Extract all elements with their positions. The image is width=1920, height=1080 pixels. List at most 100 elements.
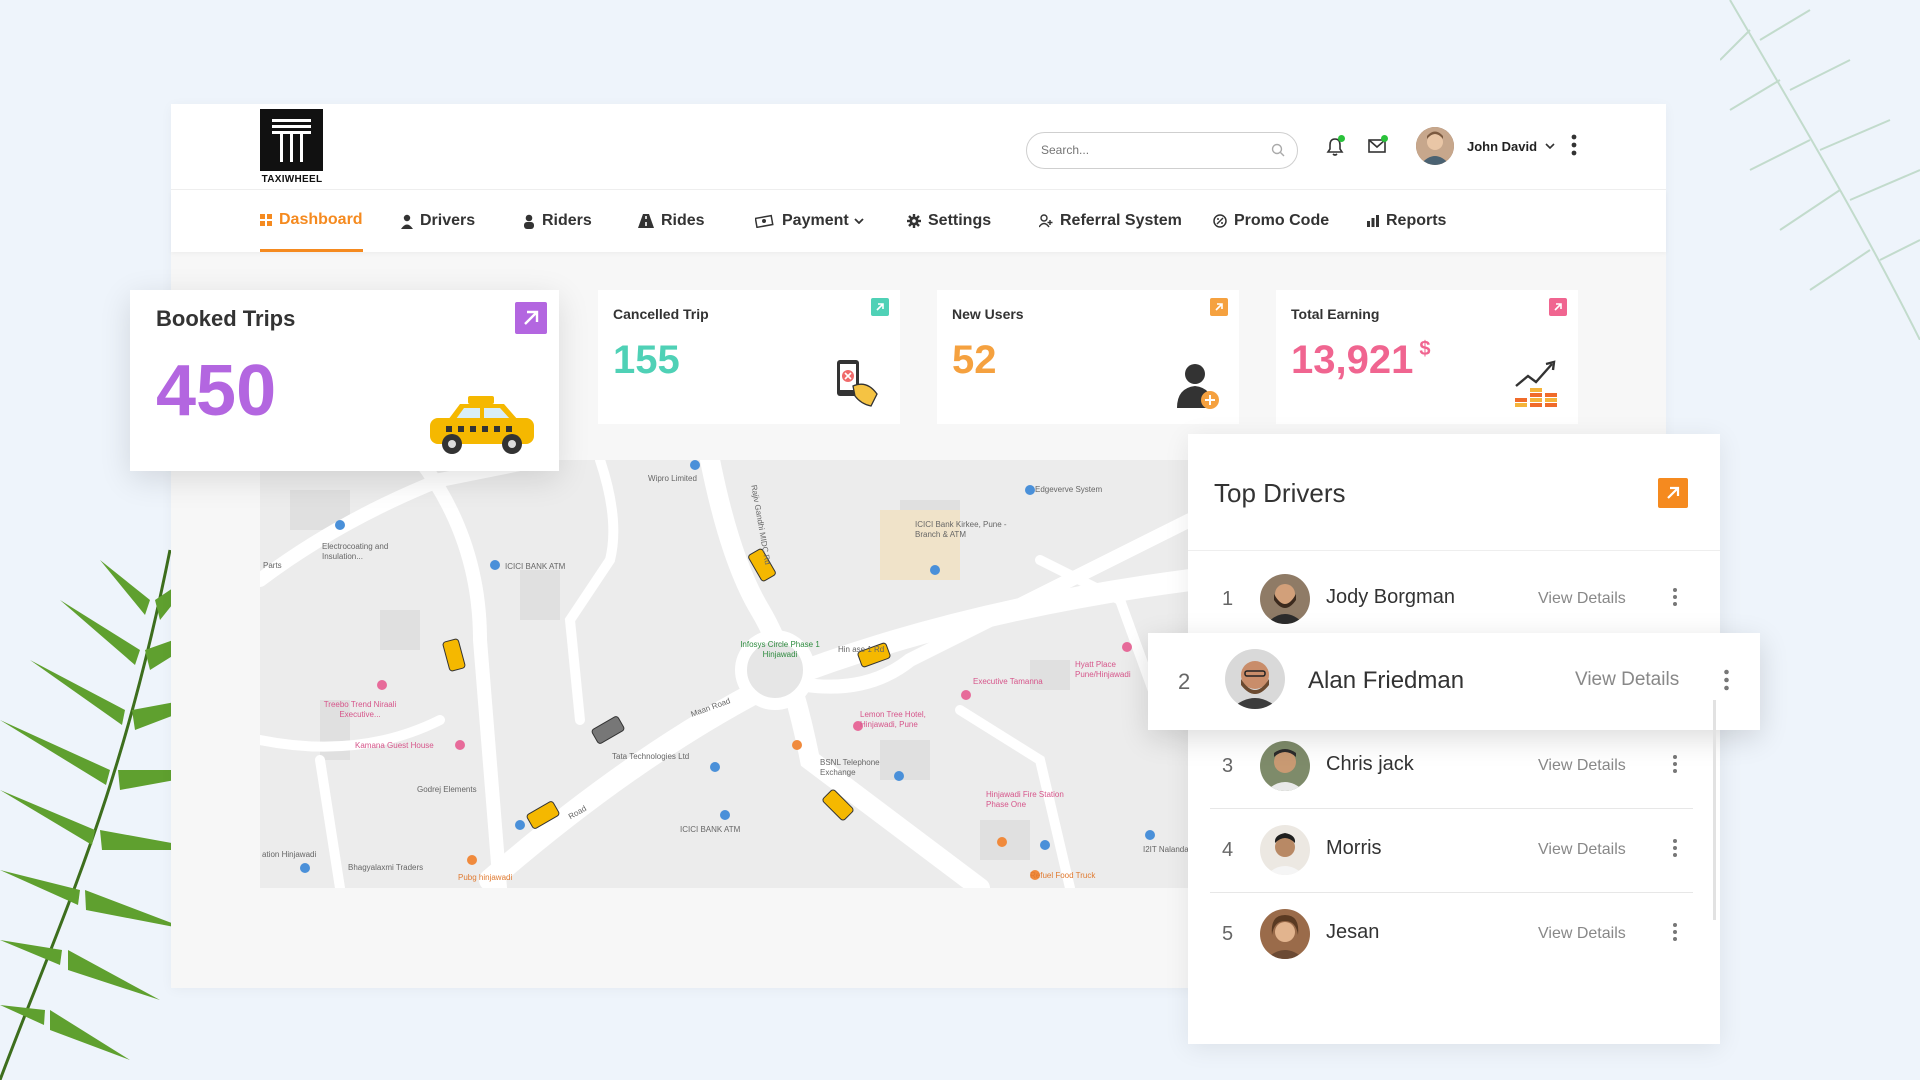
- divider: [1188, 550, 1720, 551]
- arrow-up-right-icon[interactable]: [1210, 298, 1228, 316]
- promo-icon: [1213, 214, 1227, 228]
- top-drivers-panel: Top Drivers 1 Jody Borgman View Details …: [1188, 434, 1720, 1044]
- driver-row[interactable]: 4 Morris View Details: [1210, 809, 1693, 893]
- more-options-icon[interactable]: [1673, 754, 1677, 779]
- search-box[interactable]: [1026, 132, 1298, 169]
- map-label: Tata Technologies Ltd: [612, 752, 690, 761]
- mail-icon[interactable]: [1368, 135, 1388, 158]
- map-label: Godrej Elements: [417, 785, 477, 794]
- map-label: Executive Tamanna: [973, 677, 1043, 686]
- chevron-down-icon[interactable]: [1545, 141, 1555, 152]
- map-label: Rajiv Gandhi MIDC Rd: [749, 484, 773, 566]
- more-options-icon[interactable]: [1571, 134, 1577, 161]
- map-label: Road: [566, 803, 588, 822]
- stat-card-cancelled[interactable]: Cancelled Trip 155: [598, 290, 900, 424]
- currency-unit: $: [1419, 338, 1431, 360]
- referral-icon: [1039, 214, 1053, 228]
- more-options-icon[interactable]: [1673, 838, 1677, 863]
- map-label: ICICI Bank Kirkee, Pune - Branch & ATM: [915, 520, 1007, 539]
- user-name[interactable]: John David: [1467, 139, 1537, 154]
- nav-settings[interactable]: Settings: [907, 190, 991, 252]
- search-icon[interactable]: [1271, 143, 1285, 162]
- driver-rank: 4: [1222, 839, 1234, 861]
- live-map[interactable]: Wipro Limited Edgeverve System ICICI Ban…: [260, 460, 1190, 888]
- mail-dot: [1381, 135, 1388, 142]
- driver-row[interactable]: 3 Chris jack View Details: [1210, 725, 1693, 809]
- nav-dashboard[interactable]: Dashboard: [260, 190, 363, 252]
- map-label: Kamana Guest House: [355, 741, 434, 750]
- map-label: Lemon Tree Hotel, Hinjawadi, Pune: [860, 710, 926, 729]
- map-label: ICICI BANK ATM: [680, 825, 741, 834]
- scrollbar[interactable]: [1713, 700, 1716, 920]
- nav-label: Rides: [661, 212, 705, 229]
- nav-label: Reports: [1386, 212, 1447, 229]
- view-details-link[interactable]: View Details: [1538, 590, 1626, 608]
- map-label: Pubg hinjawadi: [458, 873, 513, 882]
- nav-referral-system[interactable]: Referral System: [1039, 190, 1182, 252]
- stat-card-new-users[interactable]: New Users 52: [937, 290, 1239, 424]
- grid-icon: [260, 213, 272, 226]
- stat-value: 450: [156, 351, 277, 431]
- stat-card-booked-trips[interactable]: Booked Trips 450: [130, 290, 559, 471]
- map-label: Hinjawadi Fire Station Phase One: [986, 790, 1064, 809]
- nav-label: Riders: [542, 212, 592, 229]
- view-details-link[interactable]: View Details: [1538, 925, 1626, 943]
- nav-payment[interactable]: Payment: [755, 190, 864, 252]
- nav-drivers[interactable]: Drivers: [401, 190, 475, 252]
- arrow-up-right-icon[interactable]: [871, 298, 889, 316]
- map-label: Parts: [263, 561, 282, 570]
- arrow-up-right-icon[interactable]: [515, 302, 547, 334]
- stat-label: Booked Trips: [156, 306, 296, 331]
- more-options-icon[interactable]: [1673, 922, 1677, 947]
- nav-reports[interactable]: Reports: [1367, 190, 1446, 252]
- driver-rank: 3: [1222, 755, 1234, 777]
- driver-name: Jody Borgman: [1326, 586, 1455, 608]
- arrow-up-right-icon[interactable]: [1549, 298, 1567, 316]
- driver-rank: 1: [1222, 588, 1234, 610]
- map-label: Hyatt Place Pune/Hinjawadi: [1075, 660, 1131, 679]
- search-input[interactable]: [1041, 143, 1241, 157]
- brand-logo[interactable]: TAXIWHEEL: [260, 109, 324, 185]
- chevron-down-icon: [854, 218, 864, 224]
- driver-row-highlighted[interactable]: 2 Alan Friedman View Details: [1148, 633, 1760, 730]
- panel-title: Top Drivers: [1214, 478, 1346, 508]
- notification-bell-icon[interactable]: [1326, 135, 1345, 162]
- driver-rank: 5: [1222, 923, 1234, 945]
- driver-icon: [401, 214, 413, 229]
- view-details-link[interactable]: View Details: [1575, 669, 1679, 691]
- main-nav: Dashboard Drivers Riders Rides Payment S…: [171, 190, 1666, 252]
- taxi-icon: [430, 396, 534, 454]
- stat-label: New Users: [952, 306, 1024, 322]
- driver-row[interactable]: 5 Jesan View Details: [1210, 893, 1693, 977]
- driver-row[interactable]: 1 Jody Borgman View Details: [1210, 558, 1693, 642]
- logo-mark-icon: [260, 109, 323, 171]
- nav-riders[interactable]: Riders: [523, 190, 592, 252]
- view-details-link[interactable]: View Details: [1538, 757, 1626, 775]
- avatar[interactable]: [1416, 127, 1454, 165]
- nav-label: Drivers: [420, 212, 476, 229]
- driver-name: Morris: [1326, 837, 1382, 859]
- map-label: Electrocoating and Insulation...: [322, 542, 389, 561]
- more-options-icon[interactable]: [1673, 587, 1677, 612]
- map-label: BSNL Telephone Exchange: [820, 758, 880, 777]
- stat-card-total-earning[interactable]: Total Earning 13,921 $: [1276, 290, 1578, 424]
- stat-value: 155: [613, 338, 680, 382]
- palm-leaf-decoration-right: [1720, 0, 1920, 340]
- brand-name: TAXIWHEEL: [261, 174, 323, 185]
- road-icon: [638, 214, 654, 228]
- view-details-link[interactable]: View Details: [1538, 841, 1626, 859]
- stat-label: Cancelled Trip: [613, 306, 709, 322]
- arrow-up-right-icon[interactable]: [1658, 478, 1688, 508]
- nav-promo-code[interactable]: Promo Code: [1213, 190, 1329, 252]
- user-menu[interactable]: John David: [1416, 127, 1555, 165]
- growth-coins-icon: [1515, 360, 1557, 407]
- more-options-icon[interactable]: [1724, 669, 1729, 696]
- nav-rides[interactable]: Rides: [638, 190, 705, 252]
- earning-amount: 13,921: [1291, 338, 1414, 382]
- map-label: Refuel Food Truck: [1030, 871, 1096, 880]
- map-label: Wipro Limited: [648, 474, 697, 483]
- bar-chart-icon: [1367, 215, 1379, 227]
- map-label: Treebo Trend Niraali Executive...: [323, 700, 397, 719]
- gear-icon: [907, 214, 921, 228]
- map-label: Edgeverve System: [1035, 485, 1103, 494]
